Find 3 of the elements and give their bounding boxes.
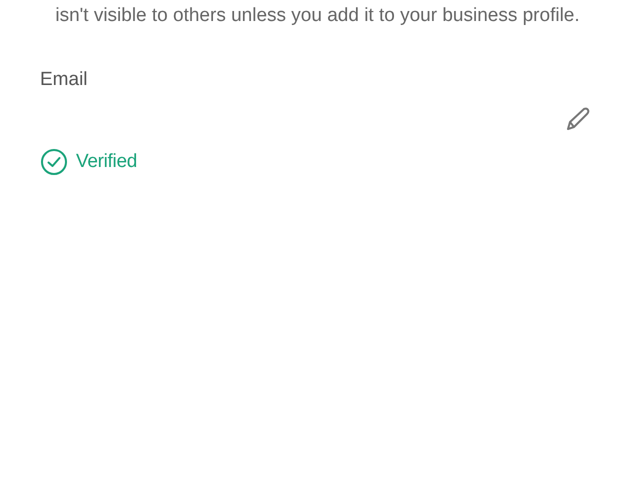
status-text: Verified bbox=[76, 150, 137, 174]
notice-text: isn't visible to others unless you add it to your business profile. bbox=[54, 4, 581, 28]
email-label: Email bbox=[40, 68, 88, 92]
